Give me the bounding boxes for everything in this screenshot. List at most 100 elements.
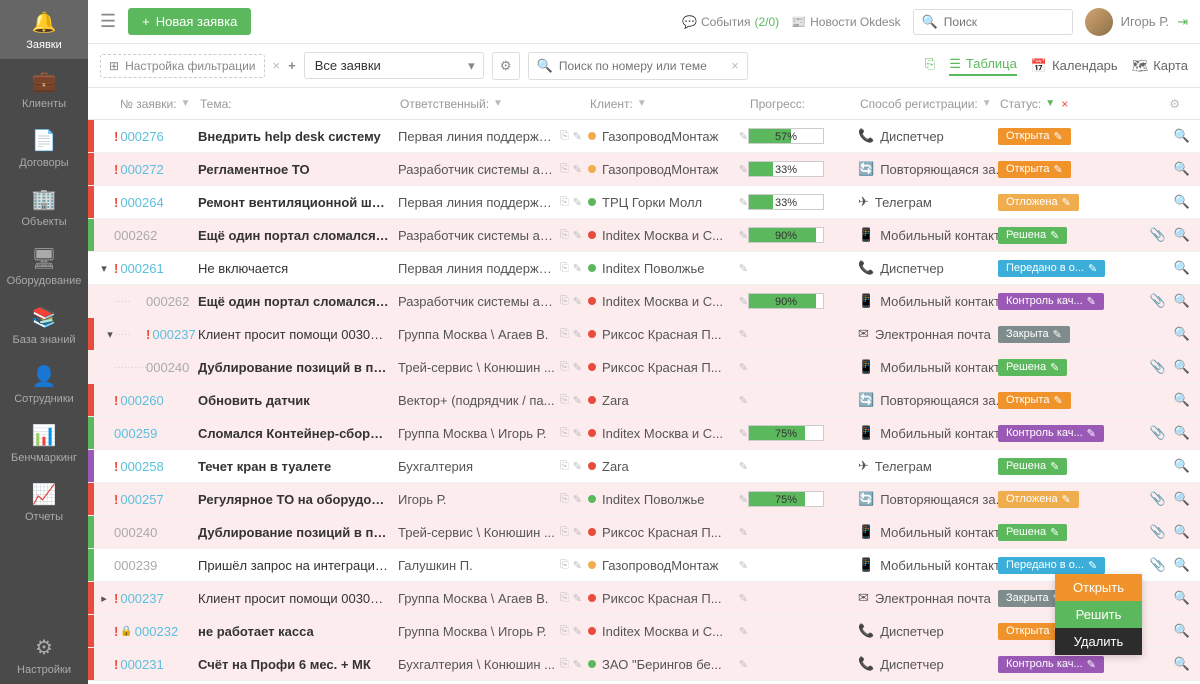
- ticket-number[interactable]: !000264: [114, 195, 198, 210]
- ticket-number[interactable]: 000240: [114, 525, 198, 540]
- logout-icon[interactable]: ⇥: [1177, 14, 1188, 30]
- edit-icon[interactable]: ✎: [739, 559, 748, 572]
- copy-icon[interactable]: ⎘: [560, 328, 569, 341]
- edit-icon[interactable]: ✎: [739, 163, 748, 176]
- ticket-search-input[interactable]: [559, 59, 725, 73]
- status-badge[interactable]: Контроль кач... ✎: [998, 425, 1104, 442]
- status-badge[interactable]: Открыта ✎: [998, 128, 1071, 145]
- copy-icon[interactable]: ⎘: [560, 658, 569, 671]
- edit-icon[interactable]: ✎: [573, 460, 582, 473]
- edit-icon[interactable]: ✎: [573, 658, 582, 671]
- ticket-subject[interactable]: Дублирование позиций в пр...: [198, 525, 398, 540]
- hamburger-icon[interactable]: ☰: [100, 11, 116, 32]
- zoom-icon[interactable]: 🔍: [1174, 293, 1190, 309]
- table-row[interactable]: !000264Ремонт вентиляционной шах...Перва…: [88, 186, 1200, 219]
- ticket-subject[interactable]: Клиент просит помощи 003074...: [198, 591, 398, 606]
- status-badge[interactable]: Закрыта ✎: [998, 326, 1070, 343]
- edit-icon[interactable]: ✎: [739, 361, 748, 374]
- zoom-icon[interactable]: 🔍: [1174, 128, 1190, 144]
- zoom-icon[interactable]: 🔍: [1174, 392, 1190, 408]
- edit-icon[interactable]: ✎: [739, 592, 748, 605]
- search-input[interactable]: [944, 15, 1064, 29]
- filter-icon[interactable]: ▼: [493, 98, 503, 109]
- copy-icon[interactable]: ⎘: [560, 559, 569, 572]
- ticket-number[interactable]: !000272: [114, 162, 198, 177]
- edit-icon[interactable]: ✎: [739, 130, 748, 143]
- sidebar-item-5[interactable]: 📚База знаний: [0, 295, 88, 354]
- add-filter-icon[interactable]: +: [288, 58, 296, 73]
- table-row[interactable]: 000239Пришёл запрос на интеграцию ...Гал…: [88, 549, 1200, 582]
- ticket-number[interactable]: !🔒000232: [114, 624, 198, 639]
- ticket-subject[interactable]: Не включается: [198, 261, 398, 276]
- ctx-delete[interactable]: Удалить: [1055, 628, 1142, 655]
- edit-icon[interactable]: ✎: [573, 559, 582, 572]
- edit-icon[interactable]: ✎: [573, 361, 582, 374]
- ticket-number[interactable]: ··········000240: [114, 360, 198, 375]
- zoom-icon[interactable]: 🔍: [1174, 326, 1190, 342]
- edit-icon[interactable]: ✎: [739, 625, 748, 638]
- status-badge[interactable]: Решена ✎: [998, 359, 1067, 376]
- attachment-icon[interactable]: 📎: [1150, 227, 1166, 243]
- ticket-subject[interactable]: Течет кран в туалете: [198, 459, 398, 474]
- copy-icon[interactable]: ⎘: [560, 394, 569, 407]
- zoom-icon[interactable]: 🔍: [1174, 623, 1190, 639]
- table-row[interactable]: ·····000262Ещё один портал сломался н...…: [88, 285, 1200, 318]
- ticket-search[interactable]: 🔍 ×: [528, 52, 748, 80]
- zoom-icon[interactable]: 🔍: [1174, 557, 1190, 573]
- filter-icon[interactable]: ▼: [1045, 98, 1055, 109]
- edit-icon[interactable]: ✎: [573, 427, 582, 440]
- attachment-icon[interactable]: 📎: [1150, 425, 1166, 441]
- ticket-number[interactable]: ·····!000237: [114, 327, 198, 342]
- ticket-number[interactable]: !000257: [114, 492, 198, 507]
- table-row[interactable]: !000272Регламентное ТОРазработчик систем…: [88, 153, 1200, 186]
- table-row[interactable]: 000259Сломался Контейнер-сборни...Группа…: [88, 417, 1200, 450]
- table-row[interactable]: !000260Обновить датчикВектор+ (подрядчик…: [88, 384, 1200, 417]
- table-row[interactable]: ▾!000261Не включаетсяПервая линия поддер…: [88, 252, 1200, 285]
- preset-select[interactable]: Все заявки: [304, 52, 484, 79]
- close-icon[interactable]: ×: [273, 58, 281, 73]
- copy-icon[interactable]: ⎘: [560, 361, 569, 374]
- edit-icon[interactable]: ✎: [739, 526, 748, 539]
- col-client[interactable]: Клиент:▼: [590, 97, 750, 111]
- edit-icon[interactable]: ✎: [739, 295, 748, 308]
- zoom-icon[interactable]: 🔍: [1174, 590, 1190, 606]
- ticket-subject[interactable]: Ремонт вентиляционной шах...: [198, 195, 398, 210]
- attachment-icon[interactable]: 📎: [1150, 359, 1166, 375]
- zoom-icon[interactable]: 🔍: [1174, 260, 1190, 276]
- filter-icon[interactable]: ▼: [637, 98, 647, 109]
- attachment-icon[interactable]: 📎: [1150, 491, 1166, 507]
- col-progress[interactable]: Прогресс:: [750, 97, 860, 111]
- edit-icon[interactable]: ✎: [573, 592, 582, 605]
- col-responsible[interactable]: Ответственный:▼: [400, 97, 590, 111]
- ticket-number[interactable]: !000276: [114, 129, 198, 144]
- copy-icon[interactable]: ⎘: [560, 460, 569, 473]
- zoom-icon[interactable]: 🔍: [1174, 425, 1190, 441]
- export-excel-icon[interactable]: ⎘: [925, 56, 935, 76]
- clear-icon[interactable]: ×: [731, 58, 739, 73]
- table-row[interactable]: ··········000240Дублирование позиций в п…: [88, 351, 1200, 384]
- edit-icon[interactable]: ✎: [573, 163, 582, 176]
- ticket-number[interactable]: !000258: [114, 459, 198, 474]
- edit-icon[interactable]: ✎: [573, 196, 582, 209]
- expand-toggle[interactable]: ▾: [94, 328, 114, 341]
- ticket-subject[interactable]: Клиент просит помощи 003074...: [198, 327, 398, 342]
- sidebar-item-2[interactable]: 📄Договоры: [0, 118, 88, 177]
- ticket-number[interactable]: ·····000262: [114, 294, 198, 309]
- ticket-subject[interactable]: Сломался Контейнер-сборни...: [198, 426, 398, 441]
- col-status[interactable]: Статус:▼×: [1000, 97, 1110, 111]
- zoom-icon[interactable]: 🔍: [1174, 227, 1190, 243]
- sidebar-item-7[interactable]: 📊Бенчмаркинг: [0, 413, 88, 472]
- ticket-subject[interactable]: Регламентное ТО: [198, 162, 398, 177]
- ticket-number[interactable]: !000261: [114, 261, 198, 276]
- zoom-icon[interactable]: 🔍: [1174, 194, 1190, 210]
- new-ticket-button[interactable]: + Новая заявка: [128, 8, 251, 35]
- view-calendar[interactable]: 📅 Календарь: [1031, 56, 1118, 76]
- table-row[interactable]: 000262Ещё один портал сломался н...Разра…: [88, 219, 1200, 252]
- ctx-open[interactable]: Открыть: [1055, 574, 1142, 601]
- ticket-subject[interactable]: Ещё один портал сломался н...: [198, 294, 398, 309]
- edit-icon[interactable]: ✎: [573, 328, 582, 341]
- zoom-icon[interactable]: 🔍: [1174, 491, 1190, 507]
- edit-icon[interactable]: ✎: [739, 394, 748, 407]
- sidebar-item-0[interactable]: 🔔Заявки: [0, 0, 88, 59]
- ticket-subject[interactable]: Ещё один портал сломался н...: [198, 228, 398, 243]
